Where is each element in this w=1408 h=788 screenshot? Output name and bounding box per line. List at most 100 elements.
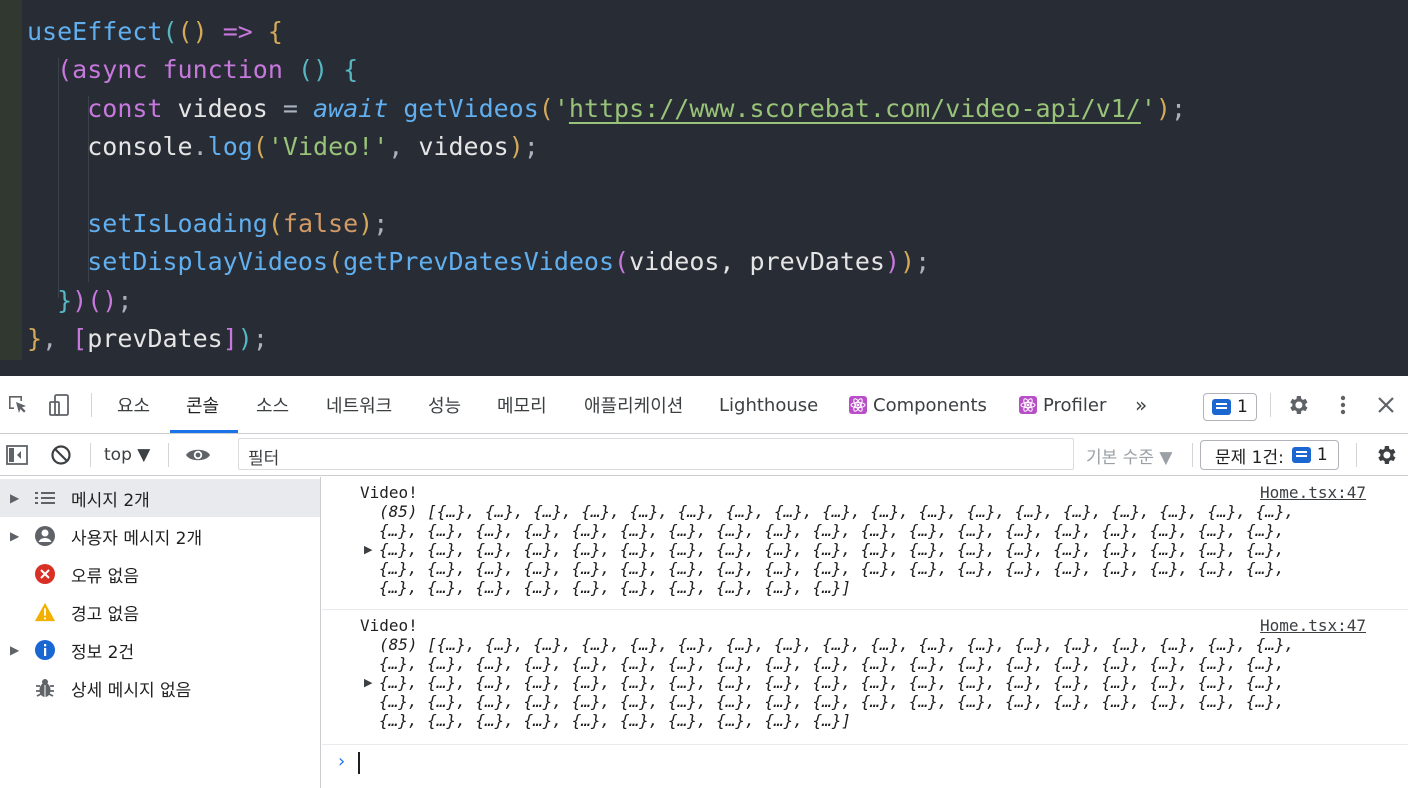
expand-caret-icon[interactable]: ▶ <box>10 491 19 505</box>
clear-console-icon[interactable] <box>50 434 72 476</box>
code-token: ( <box>57 55 73 84</box>
separator <box>168 443 169 467</box>
code-token: ) <box>508 132 524 161</box>
sidebar-item-warnings[interactable]: 경고 없음 <box>0 593 320 631</box>
console-settings-gear-icon[interactable] <box>1374 434 1398 476</box>
code-token: } <box>27 324 43 353</box>
more-options-icon[interactable] <box>1333 376 1353 434</box>
tab-elements[interactable]: 요소 <box>117 376 150 434</box>
expand-caret-icon[interactable]: ▶ <box>10 643 19 657</box>
code-line: }, [prevDates]); <box>27 320 268 358</box>
console-toolbar: top ▼ 필터 기본 수준 ▼ 문제 1건: 1 <box>0 434 1408 476</box>
source-link[interactable]: Home.tsx:47 <box>1260 483 1366 502</box>
code-line: })(); <box>27 282 132 320</box>
code-line: setDisplayVideos(getPrevDatesVideos(vide… <box>27 243 930 281</box>
device-toolbar-icon[interactable] <box>46 376 72 434</box>
code-token: ) <box>72 286 88 315</box>
sidebar-item-verbose[interactable]: 상세 메시지 없음 <box>0 669 320 707</box>
tab-memory[interactable]: 메모리 <box>497 376 547 434</box>
code-token: await <box>313 94 389 123</box>
inspect-element-icon[interactable] <box>6 376 30 434</box>
code-token: setDisplayVideos <box>87 247 329 276</box>
code-token: ) <box>237 324 253 353</box>
array-preview[interactable]: (85) [{…}, {…}, {…}, {…}, {…}, {…}, {…},… <box>379 502 1294 597</box>
code-token: ; <box>915 247 931 276</box>
code-token: => <box>207 17 268 46</box>
log-levels-dropdown[interactable]: 기본 수준 ▼ <box>1086 434 1172 476</box>
sidebar-item-label: 상세 메시지 없음 <box>71 680 192 701</box>
settings-gear-icon[interactable] <box>1286 376 1310 434</box>
code-token: } <box>57 286 73 315</box>
info-icon <box>34 639 56 661</box>
message-icon <box>1291 447 1311 463</box>
console-message: Video! Home.tsx:47 ▶ (85) [{…}, {…}, {…}, {… <box>322 610 1408 745</box>
code-token: , <box>388 132 419 161</box>
array-preview[interactable]: (85) [{…}, {…}, {…}, {…}, {…}, {…}, {…},… <box>379 635 1294 730</box>
devtools-panel: 요소 콘솔 소스 네트워크 성능 메모리 애플리케이션 Lighthouse C… <box>0 376 1408 788</box>
sidebar-item-label: 사용자 메시지 2개 <box>71 528 203 549</box>
sidebar-item-label: 오류 없음 <box>71 566 139 587</box>
code-token: ; <box>252 324 268 353</box>
tab-application[interactable]: 애플리케이션 <box>584 376 683 434</box>
sidebar-item-info[interactable]: ▶ 정보 2건 <box>0 631 320 669</box>
issues-counter-button[interactable]: 1 <box>1203 393 1257 421</box>
code-line: const videos = await getVideos('https://… <box>27 90 1186 128</box>
code-token: console <box>87 132 193 161</box>
active-tab-indicator <box>170 430 238 433</box>
tab-network[interactable]: 네트워크 <box>326 376 392 434</box>
close-icon[interactable] <box>1375 376 1397 434</box>
code-token: getPrevDatesVideos <box>343 247 615 276</box>
tab-performance[interactable]: 성능 <box>428 376 461 434</box>
code-line: console.log('Video!', videos); <box>27 128 539 166</box>
code-token: ( <box>328 247 344 276</box>
separator <box>1270 393 1271 417</box>
tab-lighthouse[interactable]: Lighthouse <box>719 376 818 434</box>
code-token: ; <box>117 286 133 315</box>
sidebar-item-errors[interactable]: 오류 없음 <box>0 555 320 593</box>
array-preview-line: {…}, {…}, {…}, {…}, {…}, {…}, {…}, {…}, … <box>379 692 1285 711</box>
code-token: { <box>343 55 359 84</box>
filter-input[interactable]: 필터 <box>238 438 1074 470</box>
code-token: ( <box>614 247 630 276</box>
code-token: , <box>42 324 73 353</box>
code-token: () <box>87 286 118 315</box>
context-selector[interactable]: top ▼ <box>104 434 150 476</box>
code-token: ) <box>884 247 901 276</box>
array-preview-line: {…}, {…}, {…}, {…}, {…}, {…}, {…}, {…}, … <box>379 540 1285 559</box>
user-icon <box>34 525 56 547</box>
array-preview-line: {…}, {…}, {…}, {…}, {…}, {…}, {…}, {…}, … <box>379 673 1285 692</box>
code-line: useEffect(() => { <box>27 13 283 51</box>
console-input-cursor[interactable] <box>358 752 360 774</box>
sidebar-item-user-messages[interactable]: ▶ 사용자 메시지 2개 <box>0 517 320 555</box>
tab-profiler[interactable]: Profiler <box>1019 376 1106 434</box>
array-preview-line: {…}, {…}, {…}, {…}, {…}, {…}, {…}, {…}, … <box>379 521 1285 540</box>
sidebar-item-messages[interactable]: ▶ 메시지 2개 <box>0 479 320 517</box>
warning-icon <box>34 601 56 623</box>
sidebar-toggle-icon[interactable] <box>5 434 29 476</box>
code-editor[interactable]: useEffect(() => { (async function () { c… <box>0 0 1408 376</box>
expand-array-icon[interactable]: ▶ <box>364 676 372 689</box>
more-tabs-button[interactable]: » <box>1135 376 1147 434</box>
tab-console[interactable]: 콘솔 <box>186 376 219 434</box>
source-link[interactable]: Home.tsx:47 <box>1260 616 1366 635</box>
code-token: ( <box>267 209 283 238</box>
code-token: () <box>297 55 329 84</box>
sidebar-item-label: 경고 없음 <box>71 604 139 625</box>
code-token: const <box>87 94 178 123</box>
tab-components[interactable]: Components <box>849 376 987 434</box>
code-token: useEffect <box>27 17 163 46</box>
issues-button[interactable]: 문제 1건: 1 <box>1200 440 1339 470</box>
expand-caret-icon[interactable]: ▶ <box>10 529 19 543</box>
expand-array-icon[interactable]: ▶ <box>364 543 372 556</box>
separator <box>90 443 91 467</box>
tab-sources[interactable]: 소스 <box>256 376 289 434</box>
live-expression-eye-icon[interactable] <box>184 434 212 476</box>
code-token: { <box>267 17 283 46</box>
code-token: ' <box>1140 94 1156 123</box>
